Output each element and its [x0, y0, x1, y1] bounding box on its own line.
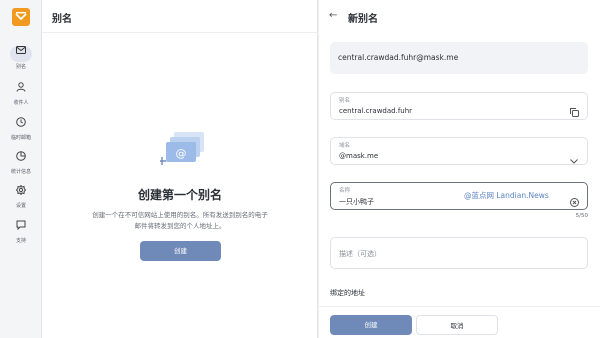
- empty-state-description: 创建一个在不可信网站上使用的别名。所有发送到别名的电子邮件将转发到您的个人地址上…: [92, 211, 268, 230]
- domain-field-label: 域名: [339, 143, 351, 149]
- create-alias-button[interactable]: 创建: [140, 241, 221, 261]
- cancel-button[interactable]: 取消: [416, 315, 498, 335]
- nav-item-statistics[interactable]: 统计信息: [0, 149, 42, 179]
- nav-item-settings[interactable]: 设置: [0, 183, 42, 213]
- form-title: 新别名: [348, 14, 378, 25]
- name-field-label: 名称: [339, 188, 351, 194]
- alias-field-value[interactable]: central.crawdad.fuhr: [339, 107, 412, 115]
- svg-text:@: @: [176, 147, 187, 160]
- bound-addresses-label: 绑定的地址: [330, 289, 365, 297]
- form-footer: 创建 取消: [319, 306, 600, 338]
- description-placeholder[interactable]: 描述（可选）: [339, 249, 381, 259]
- name-char-counter: 5/50: [575, 213, 588, 219]
- alias-list-pane: 别名 @ 创建第一个别名 创建一个在不可信网站上使用的别名。所有发送到别名的电子…: [42, 0, 318, 338]
- empty-state-title: 创建第一个别名: [137, 188, 222, 202]
- alias-preview: central.crawdad.fuhr@mask.me: [330, 42, 588, 74]
- domain-field-value[interactable]: @mask.me: [339, 152, 378, 160]
- mail-icon: [10, 46, 32, 62]
- name-field[interactable]: 名称 一只小鸭子: [330, 182, 588, 210]
- copy-icon[interactable]: [570, 102, 579, 121]
- domain-select[interactable]: 域名 @mask.me: [330, 137, 588, 165]
- pie-chart-icon: [10, 151, 32, 167]
- alias-preview-text: central.crawdad.fuhr@mask.me: [338, 53, 459, 62]
- nav-item-temp-mail[interactable]: 临时邮箱: [0, 115, 42, 145]
- alias-field[interactable]: 别名 central.crawdad.fuhr: [330, 92, 588, 120]
- nav-item-recipients[interactable]: 收件人: [0, 80, 42, 110]
- app-window: 别名 收件人 临时邮箱 统计信息 设置 支持 别名 @ 创建第一个别名 创建一个…: [0, 0, 600, 338]
- alias-field-label: 别名: [339, 98, 351, 104]
- page-title: 别名: [52, 14, 72, 25]
- back-arrow-icon[interactable]: ←: [329, 10, 337, 21]
- name-field-value[interactable]: 一只小鸭子: [339, 197, 374, 207]
- watermark: @蓝点网 Landian.News: [464, 191, 549, 200]
- chat-icon: [10, 220, 32, 236]
- person-icon: [10, 82, 32, 98]
- nav-rail: 别名 收件人 临时邮箱 统计信息 设置 支持: [0, 0, 42, 338]
- header-divider: [42, 32, 318, 33]
- create-button[interactable]: 创建: [330, 315, 412, 335]
- gear-icon: [10, 185, 32, 201]
- new-alias-pane: ← 新别名 central.crawdad.fuhr@mask.me 别名 ce…: [319, 0, 600, 338]
- chevron-down-icon: [570, 149, 578, 168]
- app-logo[interactable]: [12, 8, 30, 26]
- nav-item-aliases[interactable]: 别名: [0, 44, 42, 74]
- envelope-stack-icon: @: [158, 130, 210, 166]
- clock-icon: [10, 117, 32, 133]
- clear-icon[interactable]: [570, 192, 579, 211]
- description-field[interactable]: 描述（可选）: [330, 237, 588, 269]
- nav-item-support[interactable]: 支持: [0, 218, 42, 248]
